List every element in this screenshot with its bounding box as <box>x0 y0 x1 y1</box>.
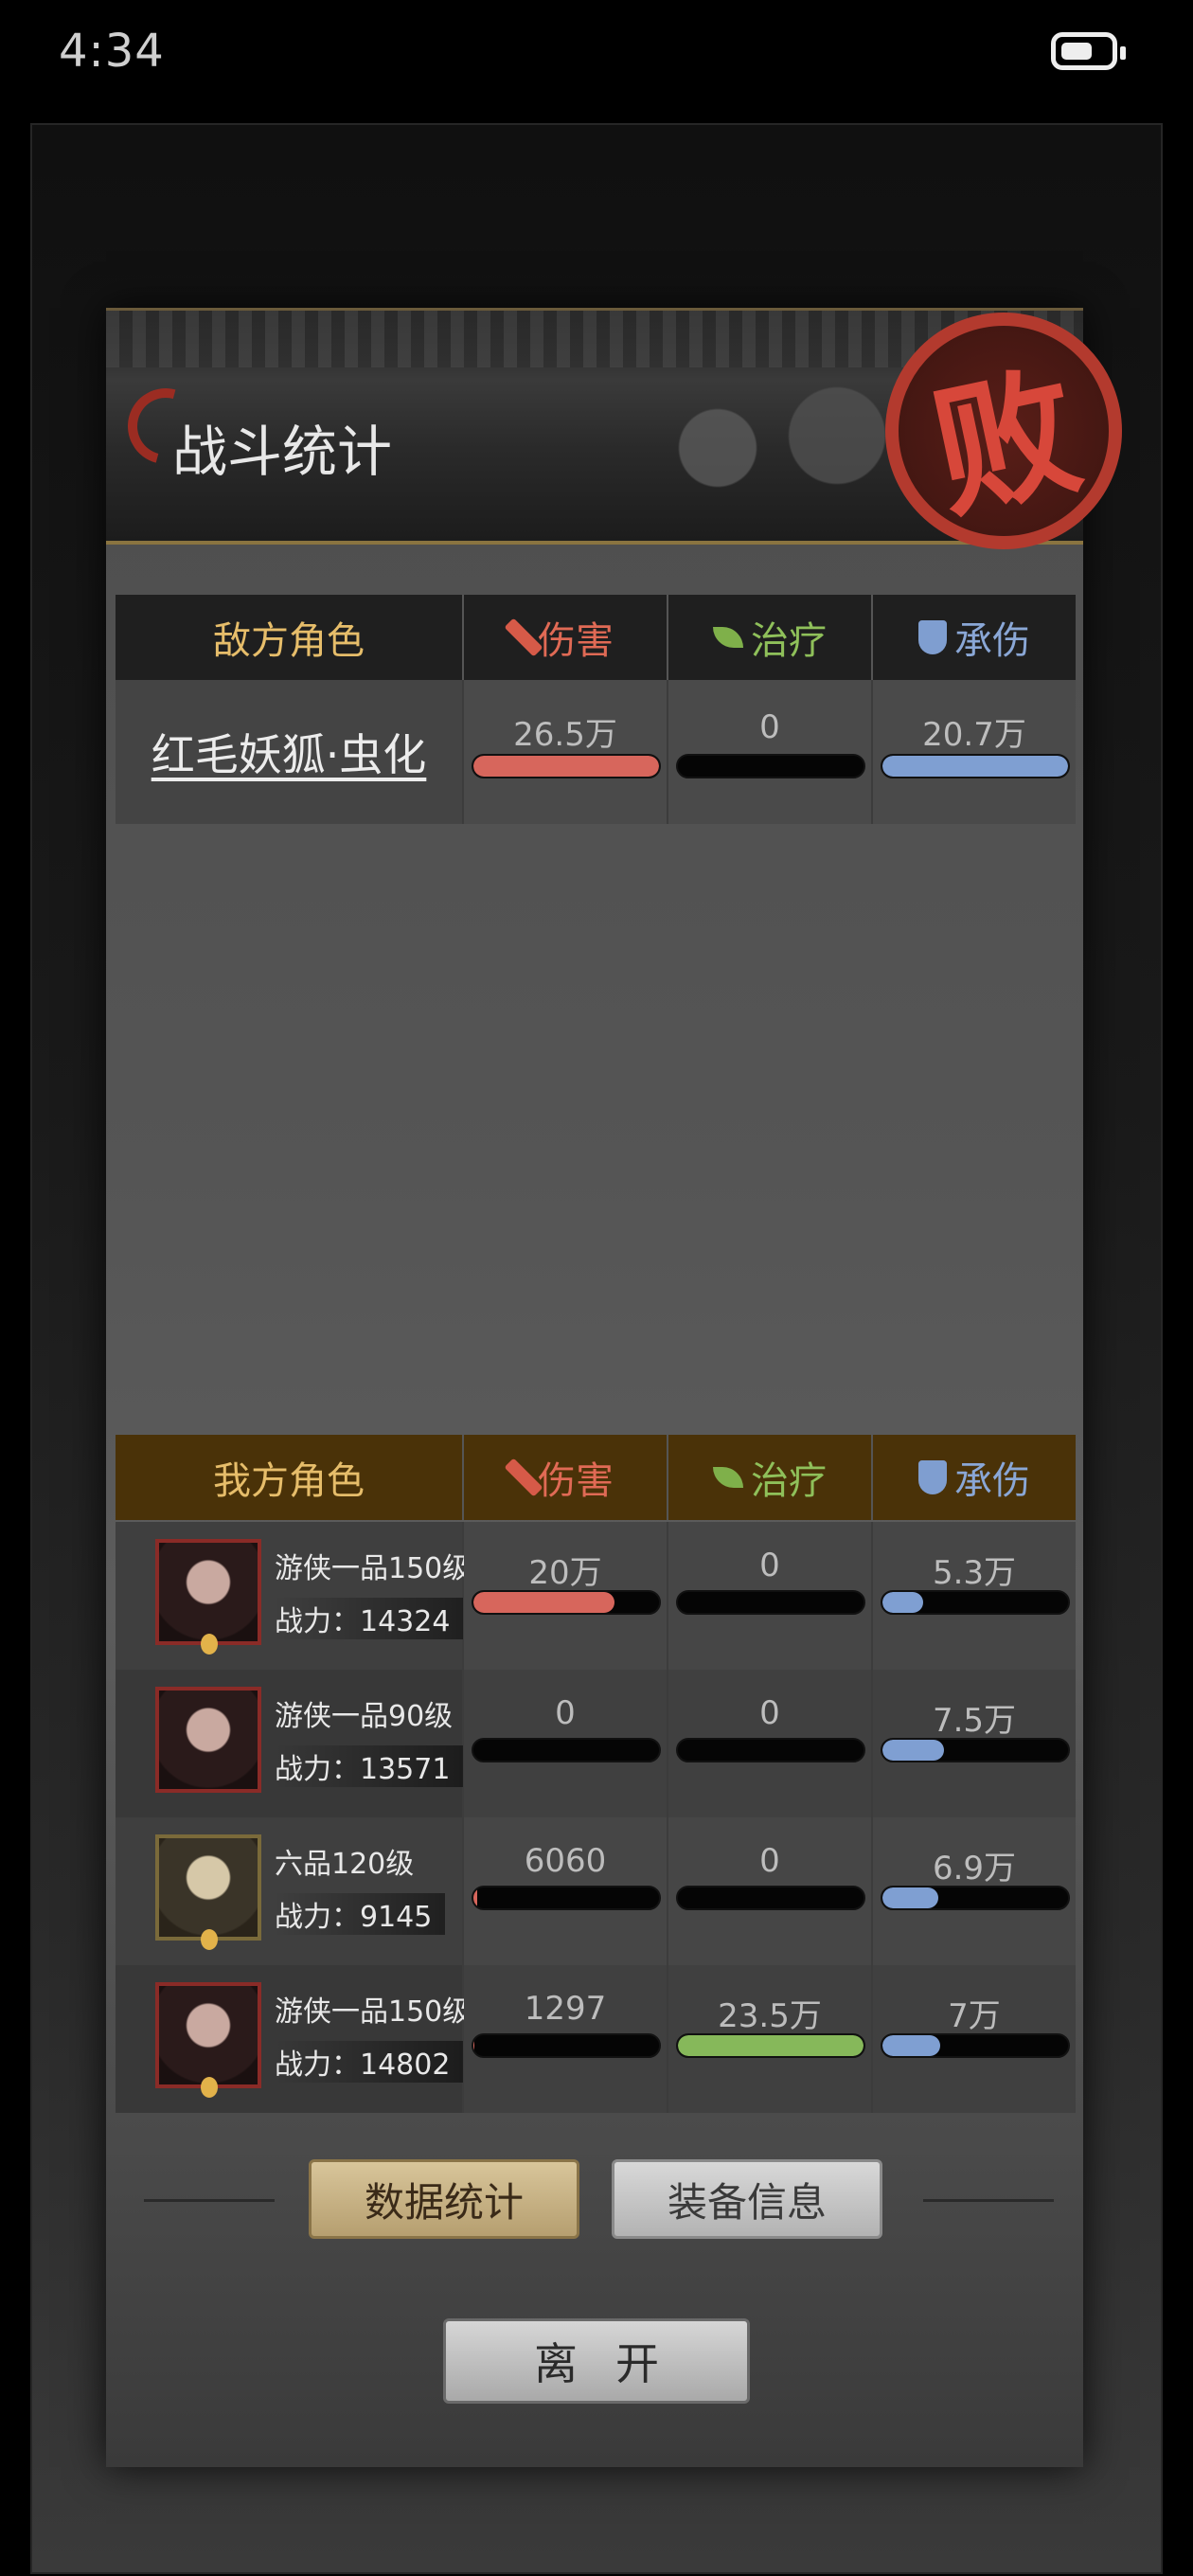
taken-value: 7万 <box>948 1997 1001 2035</box>
heal-column-header: 治疗 <box>668 595 873 680</box>
heal-bar <box>676 1886 865 1910</box>
heal-column-header: 治疗 <box>668 1435 873 1520</box>
ally-taken-cell: 7.5万 <box>873 1670 1076 1817</box>
avatar[interactable] <box>155 1539 261 1655</box>
enemy-row: 红毛妖狐·虫化 26.5万 0 20.7万 <box>116 680 1076 824</box>
character-power: 战力：9145 <box>275 1893 446 1935</box>
character-power: 战力：13571 <box>275 1745 464 1787</box>
battery-icon <box>1051 32 1126 70</box>
status-time: 4:34 <box>59 25 165 78</box>
taken-bar <box>881 1738 1070 1762</box>
ally-heal-cell: 0 <box>668 1522 873 1670</box>
enemy-table-header: 敌方角色 伤害 治疗 承伤 <box>116 595 1076 680</box>
character-class: 游侠一品150级 <box>275 1552 472 1585</box>
heal-value: 0 <box>759 1694 780 1732</box>
heal-value: 23.5万 <box>718 1997 822 2035</box>
character-class: 游侠一品90级 <box>275 1700 454 1733</box>
ally-heal-cell: 23.5万 <box>668 1965 873 2113</box>
enemy-damage-cell: 26.5万 <box>464 680 668 824</box>
taken-bar <box>881 2033 1070 2058</box>
taken-column-header: 承伤 <box>873 595 1076 680</box>
status-bar: 4:34 <box>0 0 1193 114</box>
page-title: 战斗统计 <box>172 420 393 484</box>
character-class: 游侠一品150级 <box>275 1995 472 2029</box>
tab-data-stats[interactable]: 数据统计 <box>309 2159 579 2239</box>
taken-value: 5.3万 <box>932 1554 1017 1592</box>
ally-row[interactable]: 游侠一品90级 战力：13571 0 0 7.5万 <box>116 1670 1076 1817</box>
ally-damage-cell: 1297 <box>464 1965 668 2113</box>
enemy-header-label: 敌方角色 <box>116 595 464 680</box>
ally-table-header: 我方角色 伤害 治疗 承伤 <box>116 1435 1076 1520</box>
heal-bar <box>676 1738 865 1762</box>
ally-info-cell: 游侠一品90级 战力：13571 <box>116 1670 464 1817</box>
heal-bar <box>676 2033 865 2058</box>
shield-icon <box>918 1460 947 1494</box>
damage-value: 6060 <box>524 1842 607 1880</box>
damage-value: 1297 <box>524 1990 607 2028</box>
taken-value: 6.9万 <box>932 1850 1017 1887</box>
taken-value: 7.5万 <box>932 1702 1017 1740</box>
leave-button[interactable]: 离开 <box>443 2318 750 2404</box>
enemy-heal-cell: 0 <box>668 680 873 824</box>
defeat-seal-text: 败 <box>918 346 1094 539</box>
ally-heal-cell: 0 <box>668 1670 873 1817</box>
shield-icon <box>918 620 947 654</box>
ally-row[interactable]: 六品120级 战力：9145 6060 0 6.9万 <box>116 1817 1076 1965</box>
ally-heal-cell: 0 <box>668 1817 873 1965</box>
damage-column-header: 伤害 <box>464 595 668 680</box>
avatar[interactable] <box>155 1687 261 1793</box>
ally-row[interactable]: 游侠一品150级 战力：14324 20万 0 5.3万 <box>116 1522 1076 1670</box>
damage-column-header: 伤害 <box>464 1435 668 1520</box>
damage-bar <box>472 2033 661 2058</box>
damage-value: 0 <box>555 1694 576 1732</box>
ally-info-cell: 游侠一品150级 战力：14324 <box>116 1522 471 1670</box>
character-class: 六品120级 <box>275 1848 415 1881</box>
divider-right <box>923 2199 1054 2202</box>
ally-taken-cell: 7万 <box>873 1965 1076 2113</box>
ally-row[interactable]: 游侠一品150级 战力：14802 1297 23.5万 7万 <box>116 1965 1076 2113</box>
taken-value: 20.7万 <box>922 716 1026 754</box>
damage-value: 20万 <box>528 1554 602 1592</box>
taken-column-header: 承伤 <box>873 1435 1076 1520</box>
taken-bar <box>881 1590 1070 1615</box>
enemy-taken-cell: 20.7万 <box>873 680 1076 824</box>
damage-bar <box>472 754 661 778</box>
heal-value: 0 <box>759 1842 780 1880</box>
character-power: 战力：14324 <box>275 1598 464 1639</box>
avatar[interactable] <box>155 1982 261 2098</box>
avatar[interactable] <box>155 1834 261 1950</box>
divider-left <box>144 2199 275 2202</box>
heal-value: 0 <box>759 1547 780 1584</box>
ally-damage-cell: 6060 <box>464 1817 668 1965</box>
enemy-name-cell[interactable]: 红毛妖狐·虫化 <box>116 680 464 824</box>
damage-bar <box>472 1590 661 1615</box>
damage-bar <box>472 1738 661 1762</box>
ally-taken-cell: 6.9万 <box>873 1817 1076 1965</box>
character-power: 战力：14802 <box>275 2041 464 2083</box>
ally-taken-cell: 5.3万 <box>873 1522 1076 1670</box>
damage-bar <box>472 1886 661 1910</box>
enemy-name-link[interactable]: 红毛妖狐·虫化 <box>151 721 427 783</box>
heal-bar <box>676 754 865 778</box>
ally-info-cell: 游侠一品150级 战力：14802 <box>116 1965 471 2113</box>
leaf-icon <box>713 1467 743 1488</box>
ally-damage-cell: 0 <box>464 1670 668 1817</box>
leaf-icon <box>713 627 743 648</box>
defeat-seal: 败 <box>885 313 1122 549</box>
damage-value: 26.5万 <box>513 716 617 754</box>
taken-bar <box>881 1886 1070 1910</box>
heal-value: 0 <box>759 708 780 746</box>
heal-bar <box>676 1590 865 1615</box>
ally-damage-cell: 20万 <box>464 1522 668 1670</box>
ally-header-label: 我方角色 <box>116 1435 464 1520</box>
tab-equipment-info[interactable]: 装备信息 <box>612 2159 882 2239</box>
taken-bar <box>881 754 1070 778</box>
ally-info-cell: 六品120级 战力：9145 <box>116 1817 464 1965</box>
